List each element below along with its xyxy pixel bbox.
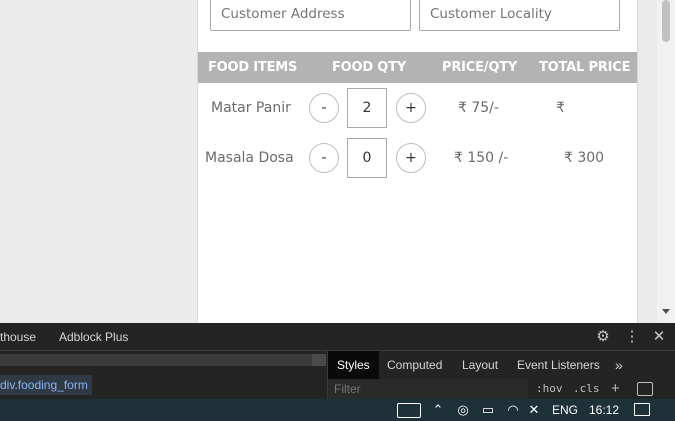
table-row: Masala Dosa - 0 + ₹ 150 /- ₹ 300 (198, 138, 637, 178)
food-item-name: Matar Panir (211, 100, 291, 116)
tab-layout[interactable]: Layout (453, 351, 507, 379)
decrease-qty-button[interactable]: - (309, 93, 339, 123)
breadcrumb[interactable]: div.fooding_form (0, 375, 92, 395)
hov-toggle[interactable]: :hov (536, 379, 563, 399)
qty-input[interactable]: 0 (347, 138, 387, 178)
notification-icon[interactable] (634, 403, 650, 416)
scroll-thumb[interactable] (662, 0, 670, 42)
price-per-qty: ₹ 150 /- (454, 150, 509, 166)
news-icon[interactable] (397, 403, 421, 418)
increase-qty-button[interactable]: + (396, 143, 426, 173)
close-icon[interactable]: ✕ (650, 323, 668, 351)
increase-qty-button[interactable]: + (396, 93, 426, 123)
page-scrollbar[interactable] (657, 0, 675, 323)
customer-locality-input[interactable] (419, 0, 620, 31)
header-food-qty: FOOD QTY (332, 60, 407, 75)
chevron-up-icon[interactable]: ⌃ (431, 399, 445, 421)
cls-toggle[interactable]: .cls (573, 379, 600, 399)
styles-filter-input[interactable] (328, 379, 528, 399)
elements-search-bar[interactable] (0, 354, 312, 366)
qty-input[interactable]: 2 (347, 88, 387, 128)
browser-viewport: FOOD ITEMS FOOD QTY PRICE/QTY TOTAL PRIC… (0, 0, 675, 323)
toggle-sidebar-icon[interactable] (637, 382, 653, 396)
new-style-rule-plus-icon[interactable]: + (611, 379, 620, 399)
table-header: FOOD ITEMS FOOD QTY PRICE/QTY TOTAL PRIC… (198, 52, 637, 83)
table-row: Matar Panir - 2 + ₹ 75/- ₹ (198, 88, 637, 128)
tab-lighthouse[interactable]: thouse (0, 323, 36, 351)
battery-icon[interactable]: ▭ (480, 399, 496, 421)
fooding-form: FOOD ITEMS FOOD QTY PRICE/QTY TOTAL PRIC… (197, 0, 638, 323)
header-food-items: FOOD ITEMS (208, 60, 298, 75)
tab-event-listeners[interactable]: Event Listeners (508, 351, 609, 379)
total-price: ₹ 300 (564, 150, 605, 166)
language-indicator[interactable]: ENG (552, 399, 578, 421)
total-price: ₹ (556, 100, 565, 116)
header-total-price: TOTAL PRICE (539, 60, 631, 75)
volume-muted-icon[interactable]: ✕ (526, 399, 542, 421)
windows-taskbar: ⌃ ◎ ▭ ◠ ✕ ENG 16:12 (0, 399, 675, 421)
scroll-down-arrow-icon[interactable] (662, 309, 670, 314)
more-tabs-chevron-icon[interactable]: » (606, 351, 632, 379)
elements-scroll-button[interactable] (312, 354, 326, 366)
meet-icon[interactable]: ◎ (456, 399, 470, 421)
styles-pane: Styles Computed Layout Event Listeners »… (327, 351, 675, 399)
price-per-qty: ₹ 75/- (458, 100, 499, 116)
tab-adblock-plus[interactable]: Adblock Plus (59, 323, 128, 351)
wifi-icon[interactable]: ◠ (505, 399, 521, 421)
tab-computed[interactable]: Computed (378, 351, 451, 379)
food-item-name: Masala Dosa (205, 150, 294, 166)
devtools-panel: thouse Adblock Plus ⚙ ⋮ ✕ div.fooding_fo… (0, 323, 675, 399)
tab-styles[interactable]: Styles (328, 351, 379, 379)
kebab-menu-icon[interactable]: ⋮ (623, 323, 641, 351)
customer-address-input[interactable] (210, 0, 411, 31)
clock[interactable]: 16:12 (589, 399, 619, 421)
header-price-qty: PRICE/QTY (442, 60, 518, 75)
devtools-tabbar: thouse Adblock Plus ⚙ ⋮ ✕ (0, 323, 675, 351)
gear-icon[interactable]: ⚙ (594, 323, 612, 351)
decrease-qty-button[interactable]: - (309, 143, 339, 173)
